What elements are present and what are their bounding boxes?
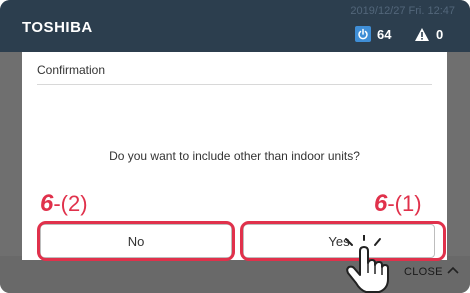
no-button[interactable]: No — [40, 224, 232, 258]
step-label-no: 6-(2) — [40, 190, 88, 217]
power-icon — [355, 26, 371, 42]
close-button[interactable]: CLOSE — [404, 266, 443, 278]
step-number: 6 — [40, 190, 54, 217]
step-label-yes: 6-(1) — [374, 190, 422, 217]
step-number: 6 — [374, 190, 388, 217]
alert-status[interactable]: 0 — [414, 26, 443, 42]
power-count: 64 — [377, 26, 392, 42]
step-sub: -(2) — [53, 191, 88, 216]
dialog-divider — [37, 84, 432, 85]
power-status[interactable]: 64 — [355, 26, 391, 42]
top-bar: TOSHIBA 2019/12/27 Fri. 12:47 64 0 — [0, 0, 470, 52]
hand-pointer-icon — [342, 234, 392, 293]
bottom-bar — [0, 256, 470, 293]
step-sub: -(1) — [387, 191, 422, 216]
datetime-display: 2019/12/27 Fri. 12:47 — [350, 5, 455, 17]
alert-icon — [414, 26, 430, 42]
dialog-message: Do you want to include other than indoor… — [109, 149, 360, 163]
touch-panel-screen: TOSHIBA 2019/12/27 Fri. 12:47 64 0 CLOSE… — [0, 0, 470, 293]
yes-button[interactable]: Yes — [243, 224, 435, 258]
alert-count: 0 — [436, 26, 444, 42]
dialog-title: Confirmation — [37, 63, 106, 77]
brand-logo: TOSHIBA — [22, 19, 93, 36]
chevron-up-icon[interactable] — [446, 263, 460, 282]
